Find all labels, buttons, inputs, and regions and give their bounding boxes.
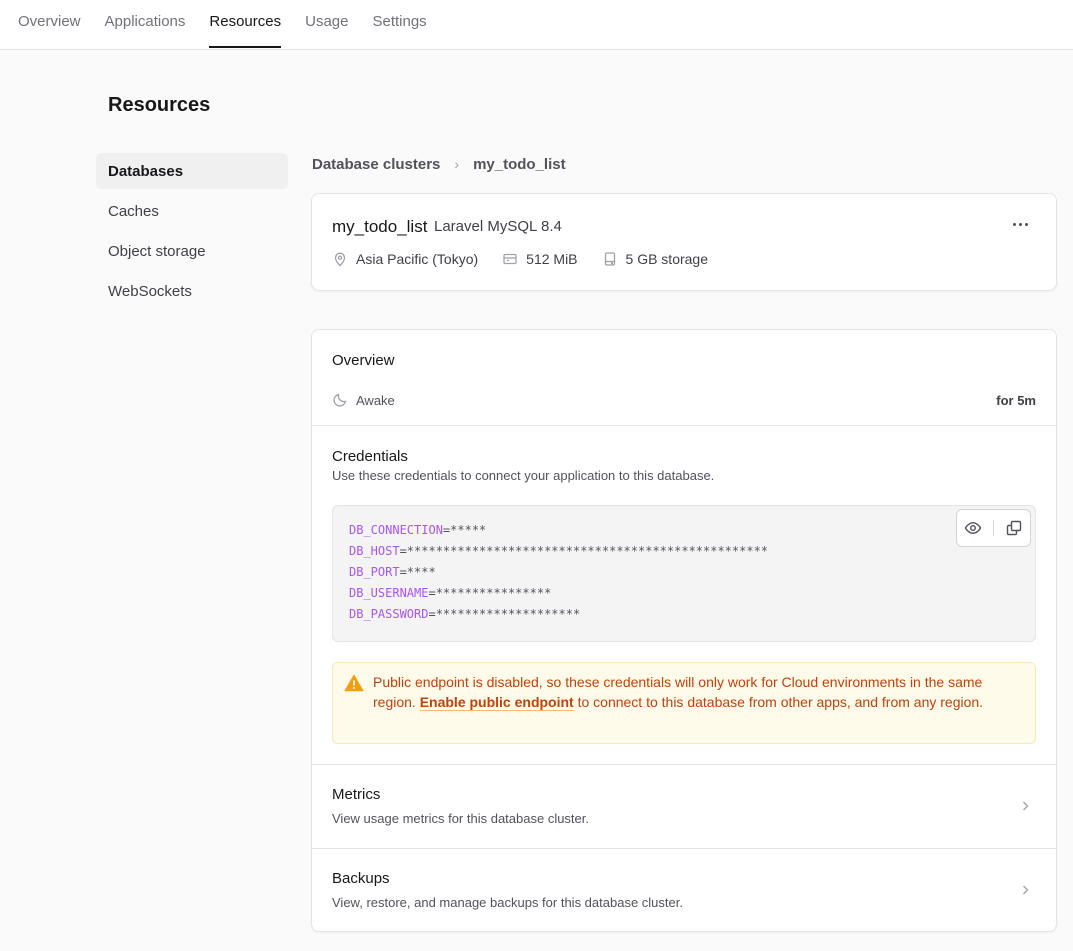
metrics-title: Metrics [332,786,381,803]
tab-overview[interactable]: Overview [18,0,81,42]
metrics-section[interactable]: Metrics View usage metrics for this data… [312,765,1056,849]
sidebar-item-caches[interactable]: Caches [96,193,288,229]
credential-key: DB_HOST [349,544,400,558]
status-label: Awake [356,392,395,408]
code-actions [956,509,1031,547]
tab-resources[interactable]: Resources [209,0,281,48]
cluster-storage: 5 GB storage [602,251,709,267]
chevron-right-icon [1023,801,1029,811]
eye-icon [965,522,982,534]
backups-description: View, restore, and manage backups for th… [332,895,683,910]
moon-icon [333,393,347,407]
credential-line: DB_PASSWORD=******************** [349,604,1035,625]
cluster-header-card: my_todo_list Laravel MySQL 8.4 Asia Paci… [311,193,1057,291]
credential-value: =***** [442,523,487,537]
cluster-region: Asia Pacific (Tokyo) [332,251,478,267]
copy-icon [1006,520,1021,536]
sidebar-item-websockets[interactable]: WebSockets [96,273,288,309]
warning-icon [344,674,364,692]
cluster-name: my_todo_list [332,217,428,236]
memory-icon [503,253,517,265]
divider [992,520,994,536]
more-dots-icon [1012,222,1016,226]
credential-line: DB_CONNECTION=***** [349,520,1035,541]
storage-icon [604,252,615,266]
credential-line: DB_HOST=********************************… [349,541,1035,562]
status-duration: for 5m [996,393,1036,408]
warning-text-after: to connect to this database from other a… [573,694,984,710]
backups-title: Backups [332,870,390,887]
breadcrumb-separator: › [454,156,460,172]
credential-value: =******************** [428,607,581,621]
overview-title: Overview [332,352,395,369]
credential-line: DB_USERNAME=**************** [349,583,1035,604]
cluster-region-label: Asia Pacific (Tokyo) [356,251,479,267]
more-dot [1024,222,1028,226]
credentials-code-block: DB_CONNECTION=***** DB_HOST=************… [332,505,1036,642]
enable-public-endpoint-link[interactable]: Enable public endpoint [420,694,574,710]
tab-usage[interactable]: Usage [305,0,348,42]
cluster-engine: Laravel MySQL 8.4 [434,218,562,235]
more-options-button[interactable] [1008,214,1032,234]
cluster-memory-label: 512 MiB [526,251,578,267]
overview-section: Overview Awake for 5m [312,330,1056,426]
credential-value: =**** [399,565,436,579]
tab-applications[interactable]: Applications [105,0,186,42]
credential-value: =***************************************… [399,544,769,558]
breadcrumb-current: my_todo_list [473,155,566,173]
breadcrumb: Database clusters › my_todo_list [312,154,566,174]
metrics-description: View usage metrics for this database clu… [332,811,589,826]
chevron-right-icon [1023,885,1029,895]
cluster-meta: Asia Pacific (Tokyo) 512 MiB 5 GB storag… [332,251,732,267]
map-pin-icon [334,252,346,267]
sidebar-item-databases[interactable]: Databases [96,153,288,189]
backups-section[interactable]: Backups View, restore, and manage backup… [312,849,1056,933]
credential-key: DB_CONNECTION [349,523,443,537]
sidebar-item-object-storage[interactable]: Object storage [96,233,288,269]
breadcrumb-database-clusters[interactable]: Database clusters [312,156,440,173]
tab-settings[interactable]: Settings [372,0,426,42]
credential-key: DB_PORT [349,565,400,579]
reveal-credentials-button[interactable] [960,515,986,541]
credential-line: DB_PORT=**** [349,562,1035,583]
status-row: Awake [332,392,395,408]
sidebar: Databases Caches Object storage WebSocke… [96,153,288,313]
credential-value: =**************** [428,586,552,600]
cluster-detail-card: Overview Awake for 5m Credentials Use th… [311,329,1057,932]
more-dot [1018,222,1022,226]
credential-key: DB_USERNAME [349,586,429,600]
credentials-section: Credentials Use these credentials to con… [312,426,1056,765]
cluster-memory: 512 MiB [502,251,578,267]
credential-key: DB_PASSWORD [349,607,429,621]
credentials-description: Use these credentials to connect your ap… [332,468,715,483]
cluster-storage-label: 5 GB storage [625,251,709,267]
copy-credentials-button[interactable] [1001,515,1027,541]
top-nav: Overview Applications Resources Usage Se… [0,0,1073,50]
credentials-title: Credentials [332,448,408,465]
public-endpoint-warning: Public endpoint is disabled, so these cr… [332,662,1036,744]
page-title: Resources [108,94,211,116]
